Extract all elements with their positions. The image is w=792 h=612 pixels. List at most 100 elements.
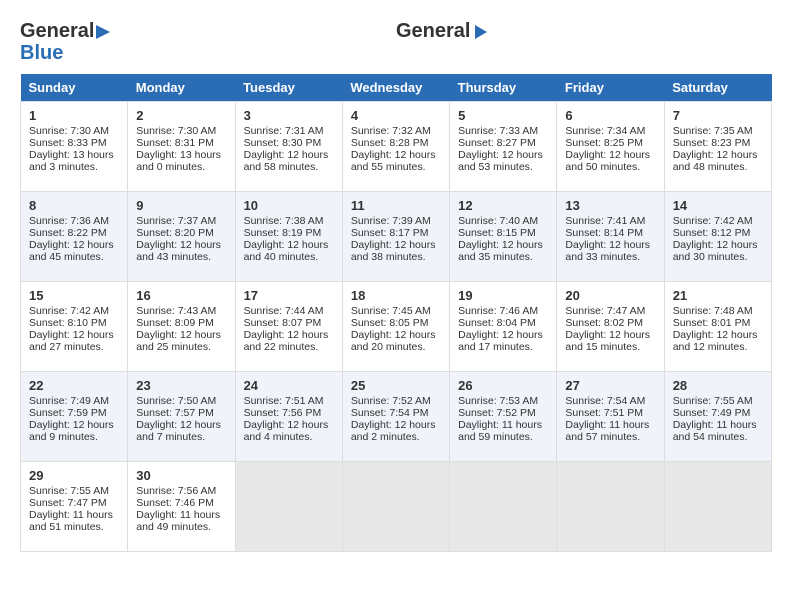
calendar-row: 1Sunrise: 7:30 AMSunset: 8:33 PMDaylight…: [21, 102, 772, 192]
calendar-table: Sunday Monday Tuesday Wednesday Thursday…: [20, 74, 772, 552]
sunset: Sunset: 7:59 PM: [29, 407, 107, 419]
day-number: 23: [136, 378, 226, 393]
sunrise: Sunrise: 7:30 AM: [29, 125, 109, 137]
sunrise: Sunrise: 7:43 AM: [136, 305, 216, 317]
day-number: 17: [244, 288, 334, 303]
calendar-cell: [450, 462, 557, 552]
sunset: Sunset: 8:02 PM: [565, 317, 643, 329]
calendar-cell: 7Sunrise: 7:35 AMSunset: 8:23 PMDaylight…: [664, 102, 771, 192]
day-number: 20: [565, 288, 655, 303]
day-number: 18: [351, 288, 441, 303]
header-row: Sunday Monday Tuesday Wednesday Thursday…: [21, 74, 772, 102]
daylight: Daylight: 11 hours and 57 minutes.: [565, 419, 649, 443]
daylight: Daylight: 12 hours and 33 minutes.: [565, 239, 650, 263]
calendar-cell: 19Sunrise: 7:46 AMSunset: 8:04 PMDayligh…: [450, 282, 557, 372]
day-number: 26: [458, 378, 548, 393]
sunset: Sunset: 8:31 PM: [136, 137, 214, 149]
sunrise: Sunrise: 7:53 AM: [458, 395, 538, 407]
calendar-cell: 30Sunrise: 7:56 AMSunset: 7:46 PMDayligh…: [128, 462, 235, 552]
calendar-cell: 21Sunrise: 7:48 AMSunset: 8:01 PMDayligh…: [664, 282, 771, 372]
calendar-cell: [342, 462, 449, 552]
sunset: Sunset: 8:17 PM: [351, 227, 429, 239]
col-sunday: Sunday: [21, 74, 128, 102]
sunrise: Sunrise: 7:39 AM: [351, 215, 431, 227]
daylight: Daylight: 12 hours and 38 minutes.: [351, 239, 436, 263]
calendar-cell: 5Sunrise: 7:33 AMSunset: 8:27 PMDaylight…: [450, 102, 557, 192]
daylight: Daylight: 12 hours and 53 minutes.: [458, 149, 543, 173]
calendar-row: 8Sunrise: 7:36 AMSunset: 8:22 PMDaylight…: [21, 192, 772, 282]
sunrise: Sunrise: 7:48 AM: [673, 305, 753, 317]
sunset: Sunset: 7:49 PM: [673, 407, 751, 419]
sunset: Sunset: 8:25 PM: [565, 137, 643, 149]
daylight: Daylight: 11 hours and 59 minutes.: [458, 419, 542, 443]
daylight: Daylight: 12 hours and 2 minutes.: [351, 419, 436, 443]
calendar-cell: 8 Sunrise: 7:36 AMSunset: 8:22 PMDaylight…: [21, 192, 128, 282]
sunrise: Sunrise: 7:38 AM: [244, 215, 324, 227]
calendar-cell: 22Sunrise: 7:49 AMSunset: 7:59 PMDayligh…: [21, 372, 128, 462]
sunset: Sunset: 8:10 PM: [29, 317, 107, 329]
sunrise: Sunrise: 7:44 AM: [244, 305, 324, 317]
sunset: Sunset: 8:19 PM: [244, 227, 322, 239]
daylight: Daylight: 12 hours and 15 minutes.: [565, 329, 650, 353]
col-saturday: Saturday: [664, 74, 771, 102]
calendar-cell: 27Sunrise: 7:54 AMSunset: 7:51 PMDayligh…: [557, 372, 664, 462]
calendar-cell: 16Sunrise: 7:43 AMSunset: 8:09 PMDayligh…: [128, 282, 235, 372]
sunset: Sunset: 8:09 PM: [136, 317, 214, 329]
sunset: Sunset: 8:14 PM: [565, 227, 643, 239]
day-number: 27: [565, 378, 655, 393]
sunset: Sunset: 8:20 PM: [136, 227, 214, 239]
day-number: 5: [458, 108, 548, 123]
sunset: Sunset: 8:28 PM: [351, 137, 429, 149]
calendar-cell: 13Sunrise: 7:41 AMSunset: 8:14 PMDayligh…: [557, 192, 664, 282]
day-number: 6: [565, 108, 655, 123]
daylight: Daylight: 12 hours and 43 minutes.: [136, 239, 221, 263]
calendar-cell: 26Sunrise: 7:53 AMSunset: 7:52 PMDayligh…: [450, 372, 557, 462]
calendar-cell: 28Sunrise: 7:55 AMSunset: 7:49 PMDayligh…: [664, 372, 771, 462]
sunrise: Sunrise: 7:46 AM: [458, 305, 538, 317]
sunset: Sunset: 8:15 PM: [458, 227, 536, 239]
calendar-cell: 1Sunrise: 7:30 AMSunset: 8:33 PMDaylight…: [21, 102, 128, 192]
daylight: Daylight: 12 hours and 27 minutes.: [29, 329, 114, 353]
sunset: Sunset: 8:07 PM: [244, 317, 322, 329]
day-number: 12: [458, 198, 548, 213]
day-number: 14: [673, 198, 763, 213]
daylight: Daylight: 12 hours and 45 minutes.: [29, 239, 114, 263]
daylight: Daylight: 11 hours and 49 minutes.: [136, 509, 220, 533]
day-number: 15: [29, 288, 119, 303]
sunset: Sunset: 8:30 PM: [244, 137, 322, 149]
sunset: Sunset: 7:47 PM: [29, 497, 107, 509]
sunrise: Sunrise: 7:47 AM: [565, 305, 645, 317]
day-number: 30: [136, 468, 226, 483]
calendar-cell: [664, 462, 771, 552]
sunrise: Sunrise: 7:35 AM: [673, 125, 753, 137]
day-number: 25: [351, 378, 441, 393]
sunrise: Sunrise: 7:33 AM: [458, 125, 538, 137]
sunrise: Sunrise: 7:31 AM: [244, 125, 324, 137]
day-number: 29: [29, 468, 119, 483]
sunset: Sunset: 8:23 PM: [673, 137, 751, 149]
sunset: Sunset: 7:54 PM: [351, 407, 429, 419]
calendar-cell: 25 Sunrise: 7:52 AMSunset: 7:54 PMDayligh…: [342, 372, 449, 462]
daylight: Daylight: 12 hours and 35 minutes.: [458, 239, 543, 263]
daylight: Daylight: 12 hours and 50 minutes.: [565, 149, 650, 173]
daylight: Daylight: 12 hours and 20 minutes.: [351, 329, 436, 353]
day-number: 9: [136, 198, 226, 213]
logo: General Blue: [20, 20, 114, 64]
daylight: Daylight: 12 hours and 7 minutes.: [136, 419, 221, 443]
day-number: 24: [244, 378, 334, 393]
calendar-cell: [235, 462, 342, 552]
sunrise: Sunrise: 7:36 AM: [29, 215, 109, 227]
sunrise: Sunrise: 7:40 AM: [458, 215, 538, 227]
daylight: Daylight: 12 hours and 30 minutes.: [673, 239, 758, 263]
day-number: 8: [29, 198, 119, 213]
sunset: Sunset: 8:04 PM: [458, 317, 536, 329]
sunrise: Sunrise: 7:42 AM: [29, 305, 109, 317]
daylight: Daylight: 12 hours and 25 minutes.: [136, 329, 221, 353]
daylight: Daylight: 12 hours and 22 minutes.: [244, 329, 329, 353]
sunset: Sunset: 8:22 PM: [29, 227, 107, 239]
day-number: 3: [244, 108, 334, 123]
sunrise: Sunrise: 7:52 AM: [351, 395, 431, 407]
sunset: Sunset: 8:12 PM: [673, 227, 751, 239]
sunrise: Sunrise: 7:30 AM: [136, 125, 216, 137]
sunset: Sunset: 7:46 PM: [136, 497, 214, 509]
